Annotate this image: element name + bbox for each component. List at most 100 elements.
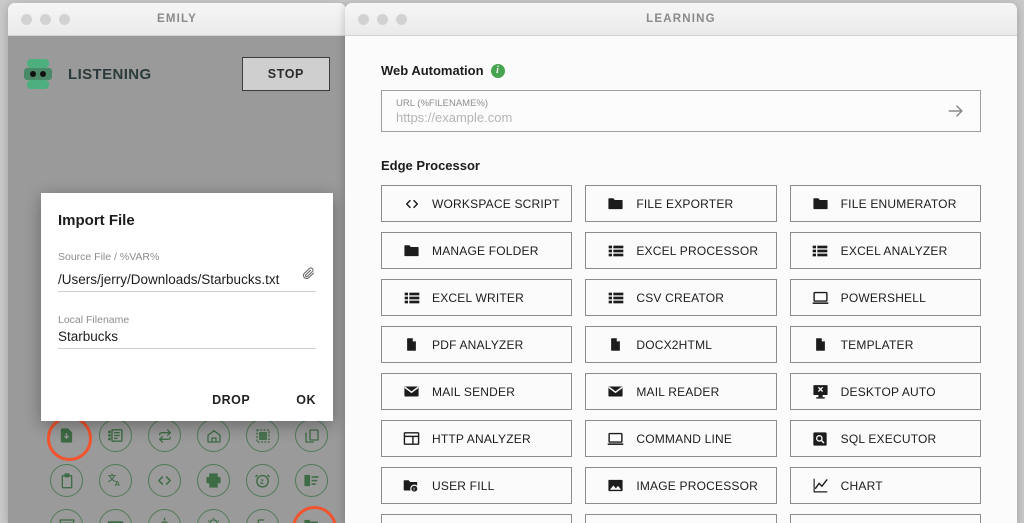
icon-cell[interactable]: 文A [91, 458, 140, 503]
processor-button-mail-reader[interactable]: MAIL READER [585, 373, 777, 410]
processor-button-label: USER FILL [432, 478, 495, 493]
icon-cell[interactable] [91, 503, 140, 523]
processor-button-file-enumerator[interactable]: FILE ENUMERATOR [789, 185, 981, 222]
icon-cell[interactable] [189, 503, 238, 523]
edge-processor-heading: Edge Processor [381, 132, 981, 173]
icon-cell[interactable] [140, 503, 189, 523]
arrow-right-icon[interactable] [946, 101, 966, 121]
stop-button[interactable]: STOP [241, 57, 330, 91]
processor-button-label: EXCEL WRITER [432, 290, 524, 305]
processor-button-mail-sender[interactable]: MAIL SENDER [381, 373, 573, 410]
processor-button-chart[interactable]: CHART [789, 467, 981, 504]
swap-arrows-icon[interactable] [148, 419, 181, 452]
info-icon[interactable]: i [490, 63, 505, 78]
archive-box-icon[interactable] [50, 509, 83, 523]
processor-button-powershell[interactable]: POWERSHELL [789, 279, 981, 316]
icon-cell[interactable] [238, 503, 287, 523]
processor-button-excel-processor[interactable]: EXCEL PROCESSOR [585, 232, 777, 269]
line-chart-icon [812, 477, 829, 494]
robot-icon [24, 58, 52, 90]
emily-window: EMILY LISTENING STOP 文 A Z Import File S… [8, 3, 346, 523]
emily-body: LISTENING STOP 文 A Z Import File Source … [8, 36, 346, 523]
processor-button-excel-analyzer[interactable]: EXCEL ANALYZER [789, 232, 981, 269]
processor-button-label: FILE ENUMERATOR [840, 196, 957, 211]
translate-icon[interactable]: 文A [99, 464, 132, 497]
code-brackets-icon[interactable] [148, 464, 181, 497]
folder-icon [812, 195, 829, 212]
keyboard-icon[interactable] [99, 509, 132, 523]
processor-button-templater[interactable]: TEMPLATER [789, 326, 981, 363]
folder-open-icon[interactable] [292, 506, 337, 523]
processor-button-manage-folder[interactable]: MANAGE FOLDER [381, 232, 573, 269]
folder-info-icon: i [403, 477, 420, 494]
icon-cell[interactable] [189, 458, 238, 503]
table-rows-icon [607, 242, 624, 259]
run-file-icon[interactable] [246, 509, 279, 523]
drop-button[interactable]: DROP [212, 393, 250, 407]
database-list-icon[interactable] [295, 464, 328, 497]
emily-titlebar: EMILY [8, 3, 346, 36]
processor-button-label: CSV CREATOR [636, 290, 725, 305]
processor-button-file-exporter[interactable]: FILE EXPORTER [585, 185, 777, 222]
url-text-wrap: URL (%FILENAME%) https://example.com [396, 97, 946, 126]
svg-text:A: A [115, 480, 120, 488]
processor-button-sql-executor[interactable]: SQL EXECUTOR [789, 420, 981, 457]
search-square-icon [812, 430, 829, 447]
icon-cell[interactable] [287, 503, 337, 523]
local-filename-input[interactable]: Starbucks [58, 329, 316, 344]
processor-button-desktop-auto[interactable]: DESKTOP AUTO [789, 373, 981, 410]
learning-body: Web Automation i URL (%FILENAME%) https:… [345, 36, 1017, 523]
processor-button-pdf-analyzer[interactable]: PDF ANALYZER [381, 326, 573, 363]
processor-button-label: MAIL READER [636, 384, 720, 399]
import-file-dialog: Import File Source File / %VAR% /Users/j… [41, 193, 333, 421]
processor-button-label: COMMAND LINE [636, 431, 733, 446]
icon-cell[interactable]: Z [238, 458, 287, 503]
processor-button-excel-writer[interactable]: EXCEL WRITER [381, 279, 573, 316]
ok-button[interactable]: OK [296, 393, 316, 407]
processor-button-empty[interactable] [789, 514, 981, 523]
emily-window-title: EMILY [156, 13, 198, 25]
copy-icon[interactable] [295, 419, 328, 452]
processor-button-empty[interactable] [585, 514, 777, 523]
import-file-icon[interactable] [47, 416, 92, 461]
icon-cell[interactable] [140, 458, 189, 503]
action-icon-grid: 文A Z [42, 413, 337, 523]
url-input-group[interactable]: URL (%FILENAME%) https://example.com [381, 90, 981, 132]
home-icon[interactable] [197, 419, 230, 452]
processor-button-empty[interactable] [381, 514, 573, 523]
code-brackets-icon [403, 195, 420, 212]
processor-button-user-fill[interactable]: i USER FILL [381, 467, 573, 504]
edge-processor-button-grid: WORKSPACE SCRIPT FILE EXPORTER FILE ENUMER… [381, 185, 981, 523]
local-filename-field: Local Filename Starbucks [41, 314, 333, 349]
browser-window-icon [403, 430, 420, 447]
article-list-icon[interactable] [99, 419, 132, 452]
clipboard-icon[interactable] [50, 464, 83, 497]
icon-cell[interactable] [42, 503, 91, 523]
processor-button-command-line[interactable]: COMMAND LINE [585, 420, 777, 457]
processor-button-http-analyzer[interactable]: HTTP ANALYZER [381, 420, 573, 457]
select-frame-icon[interactable] [246, 419, 279, 452]
printer-icon[interactable] [197, 464, 230, 497]
envelope-icon [607, 383, 624, 400]
processor-button-docx2html[interactable]: DOCX2HTML [585, 326, 777, 363]
screen: EMILY LISTENING STOP 文 A Z Import File S… [0, 0, 1024, 523]
processor-button-csv-creator[interactable]: CSV CREATOR [585, 279, 777, 316]
target-icon[interactable] [148, 509, 181, 523]
source-file-input[interactable]: /Users/jerry/Downloads/Starbucks.txt [58, 272, 301, 287]
icon-cell[interactable] [287, 458, 336, 503]
source-file-field: Source File / %VAR% /Users/jerry/Downloa… [41, 251, 333, 292]
paperclip-icon[interactable] [301, 266, 316, 287]
processor-button-label: DOCX2HTML [636, 337, 713, 352]
table-rows-icon [607, 289, 624, 306]
processor-button-workspace-script[interactable]: WORKSPACE SCRIPT [381, 185, 573, 222]
processor-button-label: SQL EXECUTOR [840, 431, 937, 446]
lightbulb-icon[interactable] [197, 509, 230, 523]
icon-cell[interactable] [42, 458, 91, 503]
folder-icon [403, 242, 420, 259]
processor-button-image-processor[interactable]: IMAGE PROCESSOR [585, 467, 777, 504]
processor-button-label: CHART [840, 478, 883, 493]
alarm-clock-icon[interactable]: Z [246, 464, 279, 497]
web-automation-title-text: Web Automation [381, 63, 484, 78]
url-input[interactable]: https://example.com [396, 110, 946, 126]
local-filename-label: Local Filename [58, 314, 130, 326]
